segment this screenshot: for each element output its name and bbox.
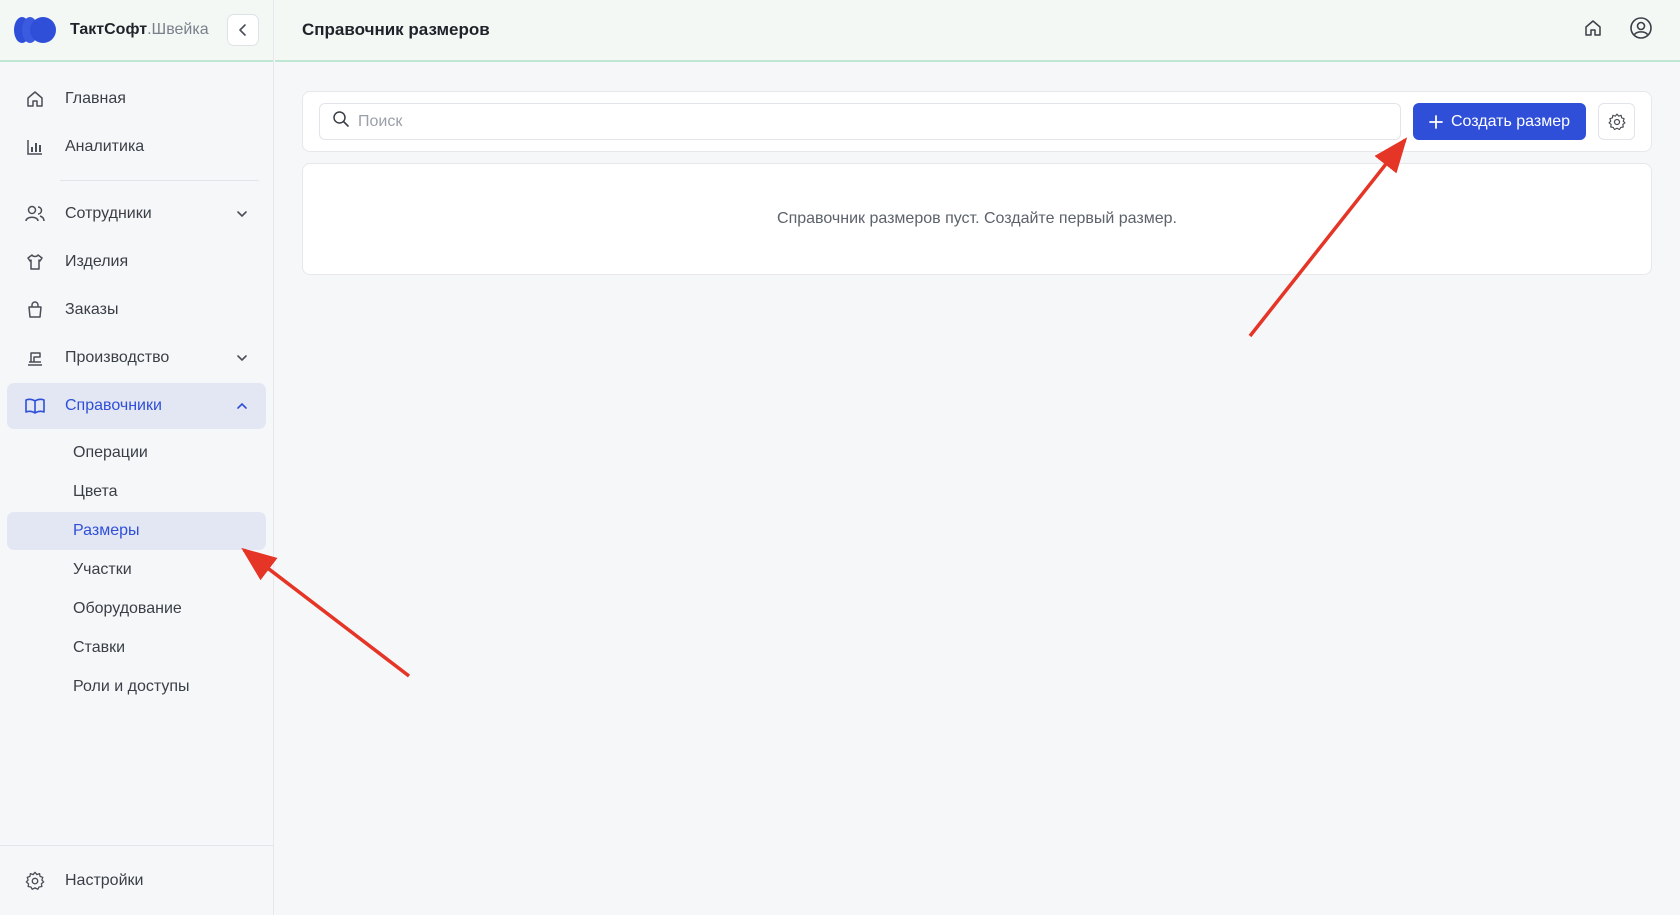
sidebar-item-products[interactable]: Изделия [7, 239, 266, 285]
sidebar-subitem-equipment[interactable]: Оборудование [7, 590, 266, 628]
top-bar: Справочник размеров [275, 0, 1680, 62]
user-profile-icon[interactable] [1629, 16, 1653, 45]
sidebar-item-settings[interactable]: Настройки [0, 845, 273, 915]
top-bar-actions [1583, 16, 1653, 45]
empty-state-message: Справочник размеров пуст. Создайте первы… [777, 210, 1177, 227]
references-submenu: Операции Цвета Размеры Участки Оборудова… [0, 431, 273, 706]
chevron-down-icon [235, 207, 249, 221]
search-icon [332, 110, 350, 133]
plus-icon [1429, 114, 1443, 129]
search-input[interactable] [358, 112, 1388, 131]
sidebar-subitem-sizes[interactable]: Размеры [7, 512, 266, 550]
shirt-icon [24, 251, 46, 273]
brand-name: ТактСофт [70, 21, 148, 38]
sidebar-divider [60, 180, 259, 181]
gear-icon [24, 870, 46, 892]
sidebar-item-analytics[interactable]: Аналитика [7, 124, 266, 170]
sidebar-item-label: Сотрудники [65, 205, 152, 222]
collapse-sidebar-button[interactable] [227, 14, 259, 46]
sidebar-item-home[interactable]: Главная [7, 76, 266, 122]
table-settings-button[interactable] [1598, 103, 1635, 140]
sidebar: ТактСофт .Швейка Главная Аналитика Сотруд… [0, 0, 274, 915]
sidebar-item-label: Заказы [65, 301, 119, 318]
gear-icon [1608, 113, 1625, 130]
sidebar-item-references[interactable]: Справочники [7, 383, 266, 429]
sidebar-item-employees[interactable]: Сотрудники [7, 191, 266, 237]
chevron-left-icon [239, 24, 246, 36]
chevron-up-icon [235, 399, 249, 413]
sizes-toolbar: Создать размер [302, 91, 1652, 152]
sidebar-subitem-colors[interactable]: Цвета [7, 473, 266, 511]
users-icon [24, 203, 46, 225]
sidebar-subitem-roles[interactable]: Роли и доступы [7, 668, 266, 706]
sidebar-item-label: Изделия [65, 253, 129, 270]
empty-state: Справочник размеров пуст. Создайте первы… [302, 163, 1652, 275]
page-title: Справочник размеров [302, 20, 490, 39]
create-size-button[interactable]: Создать размер [1413, 103, 1586, 140]
bar-chart-icon [24, 136, 46, 158]
home-icon[interactable] [1583, 18, 1603, 43]
brand-subtitle: .Швейка [147, 21, 209, 38]
sidebar-item-label: Настройки [65, 871, 144, 889]
book-icon [24, 395, 46, 417]
create-size-label: Создать размер [1451, 112, 1570, 130]
sidebar-subitem-sections[interactable]: Участки [7, 551, 266, 589]
sidebar-item-label: Аналитика [65, 138, 145, 155]
brand-bar: ТактСофт .Швейка [0, 0, 273, 62]
chevron-down-icon [235, 351, 249, 365]
sidebar-item-label: Производство [65, 349, 170, 366]
shopping-bag-icon [24, 299, 46, 321]
sidebar-item-label: Главная [65, 90, 126, 107]
sidebar-subitem-rates[interactable]: Ставки [7, 629, 266, 667]
sidebar-subitem-operations[interactable]: Операции [7, 434, 266, 472]
sidebar-item-production[interactable]: Производство [7, 335, 266, 381]
brand-logo-icon [14, 17, 56, 43]
sidebar-item-orders[interactable]: Заказы [7, 287, 266, 333]
sidebar-nav: Главная Аналитика Сотрудники Изделия Зак… [0, 62, 273, 706]
search-box [319, 103, 1401, 140]
sewing-machine-icon [24, 347, 46, 369]
sidebar-item-label: Справочники [65, 397, 162, 414]
home-icon [24, 88, 46, 110]
